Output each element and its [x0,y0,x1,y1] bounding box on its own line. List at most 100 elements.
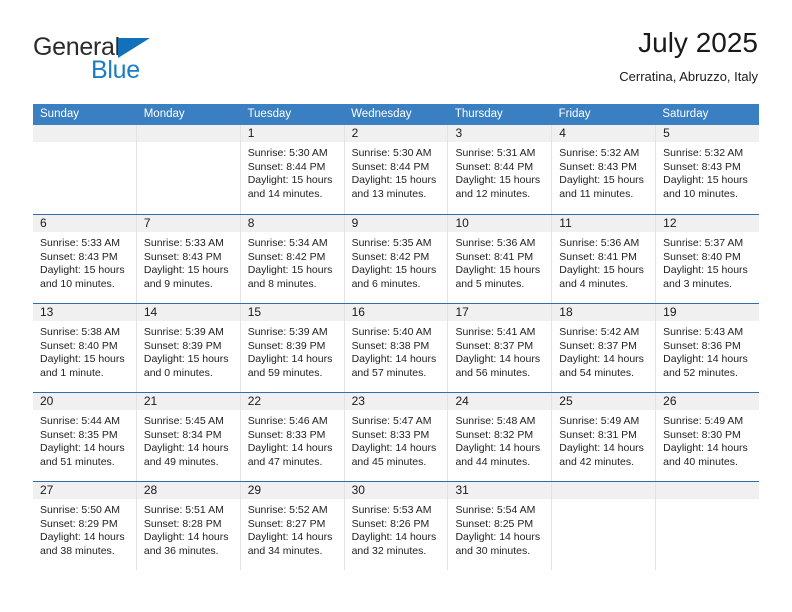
daylight-text: Daylight: 14 hours and 56 minutes. [455,353,541,379]
day-number [656,482,760,499]
general-blue-logo: General Blue [33,34,233,90]
sunrise-text: Sunrise: 5:39 AM [143,326,224,338]
calendar-day-cell[interactable]: 8 Sunrise: 5:34 AM Sunset: 8:42 PM Daylight… [239,215,344,303]
calendar-day-cell[interactable]: 18 Sunrise: 5:42 AM Sunset: 8:37 PM Dayligh… [551,304,656,392]
day-sun-info: Sunrise: 5:36 AM Sunset: 8:41 PM Daylight:… [448,232,551,291]
calendar-day-cell[interactable]: 11 Sunrise: 5:36 AM Sunset: 8:41 PM Dayligh… [551,215,656,303]
weekday-header-wednesday: Wednesday [351,108,412,120]
calendar-day-cell[interactable]: 26 Sunrise: 5:49 AM Sunset: 8:30 PM Dayligh… [655,393,760,481]
calendar-week-row: 13 Sunrise: 5:38 AM Sunset: 8:40 PM Dayligh… [33,303,760,392]
sunrise-text: Sunrise: 5:45 AM [143,415,224,427]
calendar-day-cell[interactable]: 10 Sunrise: 5:36 AM Sunset: 8:41 PM Dayligh… [447,215,552,303]
sunset-text: Sunset: 8:25 PM [455,517,534,530]
daylight-text: Daylight: 15 hours and 1 minute. [40,353,125,379]
sunset-text: Sunset: 8:43 PM [40,250,118,263]
calendar-day-cell[interactable]: 21 Sunrise: 5:45 AM Sunset: 8:34 PM Dayligh… [135,393,240,481]
calendar-day-cell[interactable]: 23 Sunrise: 5:47 AM Sunset: 8:33 PM Dayligh… [343,393,448,481]
day-number: 26 [656,393,760,410]
calendar-day-cell[interactable]: 31 Sunrise: 5:54 AM Sunset: 8:25 PM Dayligh… [447,482,552,570]
day-number [33,125,136,142]
daylight-text: Daylight: 15 hours and 0 minutes. [143,353,229,379]
calendar-day-cell[interactable]: 3 Sunrise: 5:31 AM Sunset: 8:44 PM Daylight… [447,125,552,214]
calendar-week-row: 1 Sunrise: 5:30 AM Sunset: 8:44 PM Daylight… [33,125,760,214]
day-number: 8 [240,215,344,232]
day-number [136,125,240,142]
daylight-text: Daylight: 15 hours and 10 minutes. [663,174,748,200]
calendar-day-cell[interactable]: 7 Sunrise: 5:33 AM Sunset: 8:43 PM Daylight… [135,215,240,303]
calendar-day-cell[interactable]: 19 Sunrise: 5:43 AM Sunset: 8:36 PM Dayligh… [655,304,760,392]
daylight-text: Daylight: 14 hours and 45 minutes. [351,442,437,468]
calendar-day-cell[interactable]: 5 Sunrise: 5:32 AM Sunset: 8:43 PM Daylight… [655,125,760,214]
daylight-text: Daylight: 14 hours and 40 minutes. [663,442,748,468]
sunrise-text: Sunrise: 5:38 AM [40,326,120,338]
day-sun-info: Sunrise: 5:33 AM Sunset: 8:43 PM Daylight:… [33,232,136,291]
sunrise-text: Sunrise: 5:43 AM [663,326,744,338]
calendar-day-cell[interactable]: 20 Sunrise: 5:44 AM Sunset: 8:35 PM Dayligh… [33,393,136,481]
day-number: 1 [240,125,344,142]
calendar-day-cell-empty [135,125,240,214]
sunrise-text: Sunrise: 5:42 AM [559,326,640,338]
sunset-text: Sunset: 8:27 PM [247,517,326,530]
day-sun-info: Sunrise: 5:47 AM Sunset: 8:33 PM Daylight:… [345,410,448,469]
sunrise-text: Sunrise: 5:41 AM [455,326,536,338]
calendar-day-cell[interactable]: 16 Sunrise: 5:40 AM Sunset: 8:38 PM Dayligh… [343,304,448,392]
calendar-day-cell[interactable]: 17 Sunrise: 5:41 AM Sunset: 8:37 PM Dayligh… [447,304,552,392]
day-number: 23 [344,393,448,410]
daylight-text: Daylight: 14 hours and 42 minutes. [559,442,644,468]
day-sun-info: Sunrise: 5:30 AM Sunset: 8:44 PM Daylight:… [241,142,344,201]
daylight-text: Daylight: 15 hours and 3 minutes. [663,264,748,290]
sunrise-text: Sunrise: 5:31 AM [455,147,536,159]
daylight-text: Daylight: 15 hours and 11 minutes. [559,174,644,200]
calendar-day-cell[interactable]: 2 Sunrise: 5:30 AM Sunset: 8:44 PM Daylight… [343,125,448,214]
calendar-day-cell[interactable]: 13 Sunrise: 5:38 AM Sunset: 8:40 PM Dayligh… [33,304,136,392]
daylight-text: Daylight: 14 hours and 59 minutes. [247,353,333,379]
calendar-weeks: 1 Sunrise: 5:30 AM Sunset: 8:44 PM Daylight… [33,125,760,570]
day-number: 14 [136,304,240,321]
day-number: 4 [552,125,656,142]
calendar-page: General Blue July 2025 Cerratina, Abruzz… [0,0,792,612]
calendar-day-cell[interactable]: 29 Sunrise: 5:52 AM Sunset: 8:27 PM Dayligh… [239,482,344,570]
day-sun-info: Sunrise: 5:35 AM Sunset: 8:42 PM Daylight:… [345,232,448,291]
sunset-text: Sunset: 8:43 PM [663,160,741,173]
day-sun-info: Sunrise: 5:49 AM Sunset: 8:31 PM Daylight:… [552,410,655,469]
sunset-text: Sunset: 8:44 PM [247,160,326,173]
day-sun-info: Sunrise: 5:42 AM Sunset: 8:37 PM Daylight:… [552,321,655,380]
day-number [552,482,656,499]
sunrise-text: Sunrise: 5:52 AM [247,504,328,516]
calendar-day-cell[interactable]: 12 Sunrise: 5:37 AM Sunset: 8:40 PM Dayligh… [655,215,760,303]
calendar-day-cell-empty [551,482,656,570]
calendar-week-row: 6 Sunrise: 5:33 AM Sunset: 8:43 PM Daylight… [33,214,760,303]
weekday-header-sunday: Sunday [40,108,80,120]
sunrise-text: Sunrise: 5:44 AM [40,415,120,427]
day-number: 7 [136,215,240,232]
calendar-day-cell[interactable]: 9 Sunrise: 5:35 AM Sunset: 8:42 PM Daylight… [343,215,448,303]
calendar-day-cell[interactable]: 25 Sunrise: 5:49 AM Sunset: 8:31 PM Dayligh… [551,393,656,481]
calendar-day-cell[interactable]: 6 Sunrise: 5:33 AM Sunset: 8:43 PM Daylight… [33,215,136,303]
day-number: 20 [33,393,136,410]
day-number: 10 [448,215,552,232]
day-number: 17 [448,304,552,321]
weekday-header-monday: Monday [143,108,185,120]
calendar-day-cell[interactable]: 27 Sunrise: 5:50 AM Sunset: 8:29 PM Dayligh… [33,482,136,570]
day-number: 22 [240,393,344,410]
day-number: 5 [656,125,760,142]
calendar-day-cell[interactable]: 1 Sunrise: 5:30 AM Sunset: 8:44 PM Daylight… [239,125,344,214]
day-sun-info: Sunrise: 5:53 AM Sunset: 8:26 PM Daylight:… [345,499,448,558]
calendar-day-cell[interactable]: 28 Sunrise: 5:51 AM Sunset: 8:28 PM Dayligh… [135,482,240,570]
weekday-header-tuesday: Tuesday [247,108,292,120]
day-number: 21 [136,393,240,410]
calendar-day-cell[interactable]: 15 Sunrise: 5:39 AM Sunset: 8:39 PM Dayligh… [239,304,344,392]
calendar-day-cell[interactable]: 22 Sunrise: 5:46 AM Sunset: 8:33 PM Dayligh… [239,393,344,481]
calendar-day-cell[interactable]: 24 Sunrise: 5:48 AM Sunset: 8:32 PM Dayligh… [447,393,552,481]
sunrise-text: Sunrise: 5:36 AM [559,237,640,249]
day-sun-info: Sunrise: 5:43 AM Sunset: 8:36 PM Daylight:… [656,321,759,380]
sunset-text: Sunset: 8:44 PM [351,160,430,173]
sunrise-text: Sunrise: 5:49 AM [559,415,640,427]
sunrise-text: Sunrise: 5:46 AM [247,415,328,427]
sunset-text: Sunset: 8:30 PM [663,428,741,441]
calendar-day-cell[interactable]: 14 Sunrise: 5:39 AM Sunset: 8:39 PM Dayligh… [135,304,240,392]
calendar-day-cell[interactable]: 4 Sunrise: 5:32 AM Sunset: 8:43 PM Daylight… [551,125,656,214]
daylight-text: Daylight: 15 hours and 14 minutes. [247,174,333,200]
logo-triangle-icon [118,38,150,58]
calendar-day-cell[interactable]: 30 Sunrise: 5:53 AM Sunset: 8:26 PM Dayligh… [343,482,448,570]
